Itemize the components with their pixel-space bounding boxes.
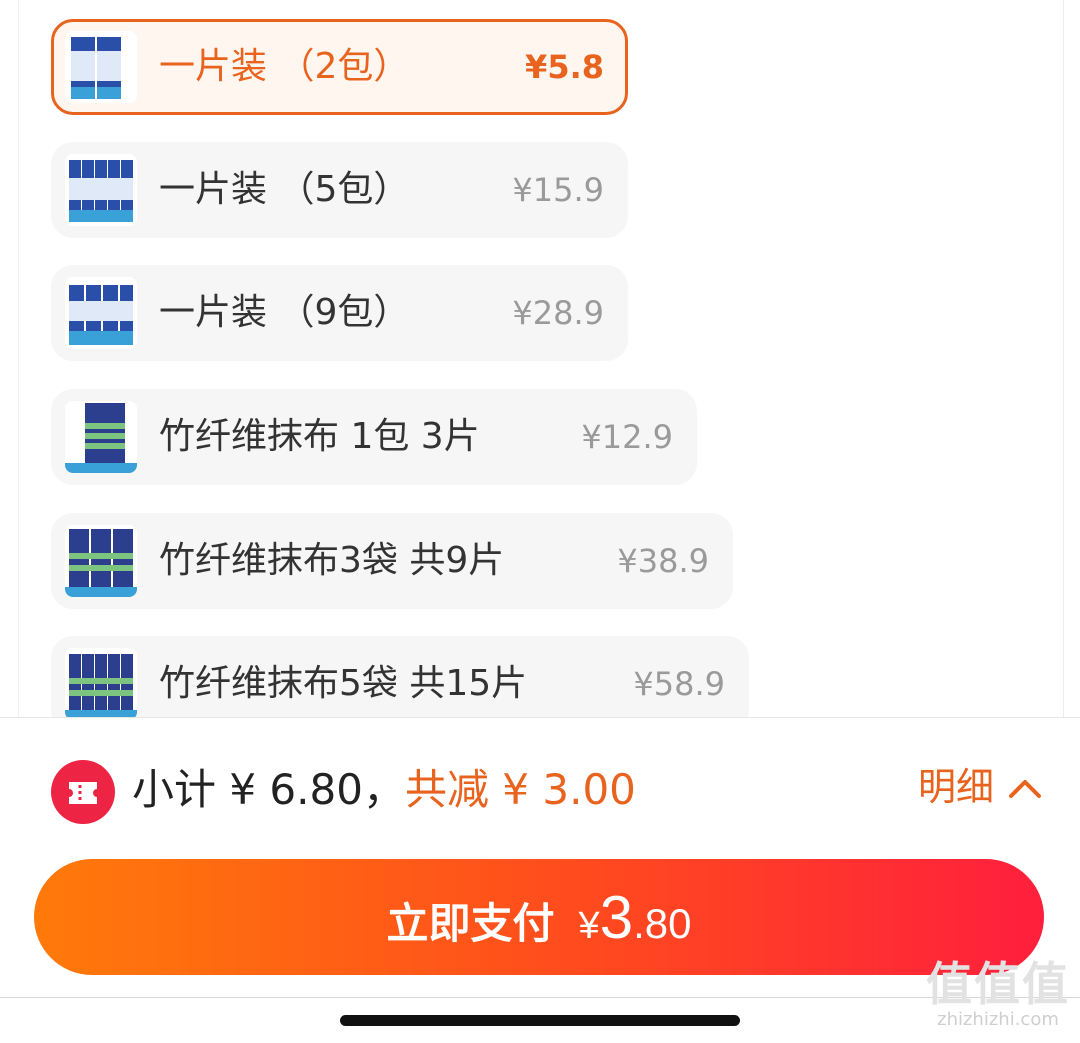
coupon-icon <box>51 760 115 824</box>
pay-amount-int: 3 <box>599 884 634 951</box>
cleaning-pack-thumbnail <box>65 154 137 226</box>
divider <box>0 997 1080 998</box>
watermark-url: zhizhizhi.com <box>937 1009 1059 1030</box>
subtotal-amount: 小计 ¥ 6.80， <box>132 765 405 814</box>
pay-currency: ¥ <box>578 905 600 947</box>
checkout-footer: 小计 ¥ 6.80，共减 ¥ 3.00 明细 立即支付 ¥3.80 <box>0 717 1080 1043</box>
discount-amount: 共减 ¥ 3.00 <box>404 765 636 814</box>
cleaning-pack-thumbnail <box>65 277 137 349</box>
bamboo-cloth-thumbnail <box>65 401 137 473</box>
sku-price: ¥12.9 <box>581 418 673 456</box>
sku-name: 竹纤维抹布 1包 3片 <box>159 416 480 457</box>
sku-name: 一片装 （5包） <box>159 169 410 210</box>
sku-name: 竹纤维抹布3袋 共9片 <box>159 540 505 581</box>
sku-price: ¥28.9 <box>512 294 604 332</box>
detail-label: 明细 <box>917 765 994 809</box>
detail-toggle[interactable]: 明细 <box>918 756 1042 811</box>
sku-option-4[interactable]: 竹纤维抹布3袋 共9片 ¥38.9 <box>51 513 733 609</box>
sku-option-3[interactable]: 竹纤维抹布 1包 3片 ¥12.9 <box>51 389 697 485</box>
sku-option-0[interactable]: 一片装 （2包） ¥5.8 <box>51 19 628 115</box>
subtotal-text: 小计 ¥ 6.80，共减 ¥ 3.00 <box>132 756 636 817</box>
pay-amount-dec: .80 <box>633 900 692 947</box>
sku-option-1[interactable]: 一片装 （5包） ¥15.9 <box>51 142 628 238</box>
sku-price: ¥5.8 <box>525 48 604 86</box>
sku-price: ¥15.9 <box>512 171 604 209</box>
watermark-logo: 值值值 <box>926 957 1070 1011</box>
pay-label: 立即支付 <box>386 900 555 947</box>
cleaning-pack-thumbnail <box>65 31 137 103</box>
bamboo-cloth-thumbnail <box>65 648 137 720</box>
sku-name: 一片装 （2包） <box>159 46 410 87</box>
watermark: 值值值 zhizhizhi.com <box>926 958 1070 1030</box>
home-indicator[interactable] <box>340 1015 740 1026</box>
sku-price: ¥38.9 <box>617 542 709 580</box>
chevron-up-icon <box>1008 765 1042 809</box>
bamboo-cloth-thumbnail <box>65 525 137 597</box>
sku-name: 一片装 （9包） <box>159 292 410 333</box>
pay-now-button[interactable]: 立即支付 ¥3.80 <box>34 859 1044 975</box>
sku-option-2[interactable]: 一片装 （9包） ¥28.9 <box>51 265 628 361</box>
